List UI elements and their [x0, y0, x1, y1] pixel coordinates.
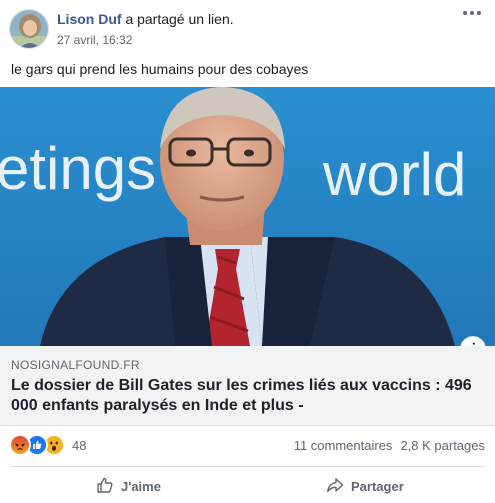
author-name[interactable]: Lison Duf: [57, 11, 122, 27]
share-label: Partager: [351, 478, 404, 494]
share-arrow-icon: [326, 476, 344, 497]
thumbs-up-icon: [96, 476, 114, 497]
link-preview-info[interactable]: NOSIGNALFOUND.FR Le dossier de Bill Gate…: [0, 346, 495, 426]
link-domain: NOSIGNALFOUND.FR: [11, 358, 140, 372]
more-options-icon[interactable]: [461, 6, 483, 20]
reactions-summary[interactable]: 48: [9, 434, 87, 456]
link-preview-image[interactable]: etings world: [0, 87, 495, 346]
background-word-left: etings: [0, 135, 156, 202]
comments-count[interactable]: 11 commentaires: [294, 438, 393, 453]
post-text: le gars qui prend les humains pour des c…: [11, 61, 309, 77]
like-label: J'aime: [121, 478, 161, 494]
engagement-stats: 11 commentaires 2,8 K partages: [294, 438, 485, 453]
shares-count[interactable]: 2,8 K partages: [400, 438, 485, 453]
post-timestamp[interactable]: 27 avril, 16:32: [57, 33, 132, 47]
angry-reaction-icon: [9, 434, 31, 456]
reaction-count: 48: [72, 437, 87, 453]
post-header: Lison Duf a partagé un lien.: [57, 11, 234, 27]
divider: [11, 466, 484, 467]
like-button[interactable]: J'aime: [96, 472, 161, 500]
share-button[interactable]: Partager: [326, 472, 404, 500]
post-action-text: a partagé un lien.: [125, 11, 234, 27]
avatar[interactable]: [9, 9, 49, 49]
link-title: Le dossier de Bill Gates sur les crimes …: [11, 377, 472, 414]
background-word-right: world: [322, 141, 466, 208]
feed-post: Lison Duf a partagé un lien. 27 avril, 1…: [0, 0, 495, 503]
